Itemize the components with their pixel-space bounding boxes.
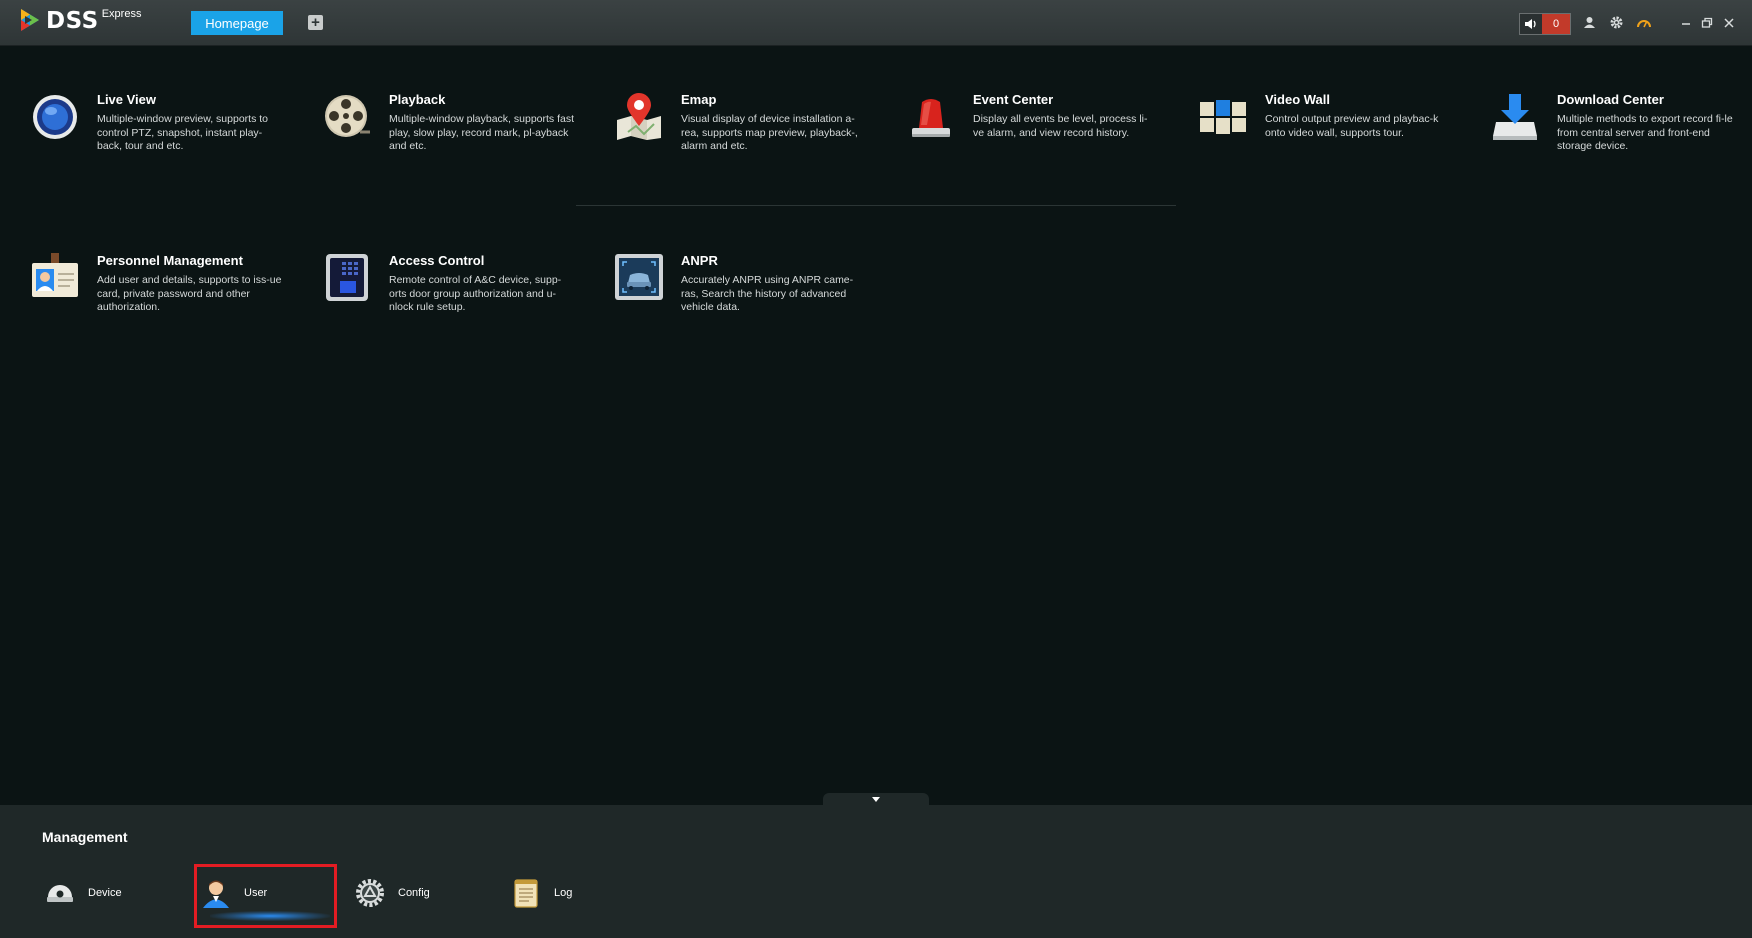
config-gear-icon bbox=[356, 879, 384, 907]
top-bar: DSS Express Homepage + 0 bbox=[0, 0, 1752, 46]
module-description: Add user and details, supports to iss-ue… bbox=[97, 274, 282, 313]
anpr-camera-icon bbox=[615, 254, 663, 300]
module-event-center[interactable]: Event Center Display all events be level… bbox=[906, 92, 1166, 212]
dss-logo-icon bbox=[21, 9, 39, 31]
management-item-label: Device bbox=[88, 887, 122, 899]
app-logo: DSS Express bbox=[18, 7, 141, 37]
performance-gauge-icon[interactable] bbox=[1635, 14, 1652, 31]
management-item-label: Config bbox=[398, 887, 430, 899]
live-view-icon bbox=[33, 95, 77, 139]
management-item-label: Log bbox=[554, 887, 573, 899]
section-divider bbox=[576, 205, 1176, 206]
module-anpr[interactable]: ANPR Accurately ANPR using ANPR came-ras… bbox=[614, 253, 874, 373]
speaker-icon bbox=[1520, 14, 1542, 34]
alarm-siren-icon bbox=[912, 99, 950, 137]
chevron-down-icon bbox=[872, 797, 880, 802]
add-tab-button[interactable]: + bbox=[308, 15, 323, 30]
module-description: Display all events be level, process li-… bbox=[973, 113, 1148, 139]
module-description: Visual display of device installation a-… bbox=[681, 113, 858, 152]
module-title: Access Control bbox=[389, 253, 485, 268]
minimize-icon[interactable] bbox=[1677, 14, 1694, 31]
module-description: Control output preview and playbac-k ont… bbox=[1265, 113, 1439, 139]
module-title: Live View bbox=[97, 92, 157, 107]
collapse-panel-handle[interactable] bbox=[823, 793, 929, 806]
module-download-center[interactable]: Download Center Multiple methods to expo… bbox=[1490, 92, 1750, 212]
module-description: Remote control of A&C device, supp-orts … bbox=[389, 274, 562, 313]
module-access-control[interactable]: Access Control Remote control of A&C dev… bbox=[322, 253, 582, 373]
alarm-button[interactable]: 0 bbox=[1519, 13, 1571, 35]
management-item-log[interactable]: Log bbox=[510, 876, 572, 910]
module-emap[interactable]: Emap Visual display of device installati… bbox=[614, 92, 874, 212]
module-title: Video Wall bbox=[1265, 92, 1331, 107]
tab-homepage[interactable]: Homepage bbox=[191, 11, 283, 35]
film-reel-icon bbox=[325, 95, 370, 137]
management-item-config[interactable]: Config bbox=[354, 876, 430, 910]
module-video-wall[interactable]: Video Wall Control output preview and pl… bbox=[1198, 92, 1458, 212]
module-description: Multiple methods to export record fi-le … bbox=[1557, 113, 1733, 152]
module-personnel-management[interactable]: Personnel Management Add user and detail… bbox=[30, 253, 290, 373]
module-title: Event Center bbox=[973, 92, 1054, 107]
device-camera-icon bbox=[47, 885, 73, 902]
alarm-count: 0 bbox=[1542, 14, 1570, 34]
map-pin-icon bbox=[617, 93, 661, 140]
close-icon[interactable] bbox=[1720, 14, 1737, 31]
video-wall-icon bbox=[1200, 100, 1246, 134]
management-item-device[interactable]: Device bbox=[44, 876, 122, 910]
log-notepad-icon bbox=[514, 879, 538, 908]
module-title: ANPR bbox=[681, 253, 718, 268]
module-title: Download Center bbox=[1557, 92, 1664, 107]
logo-subtext: Express bbox=[101, 8, 142, 20]
access-terminal-icon bbox=[326, 254, 368, 301]
module-live-view[interactable]: Live View Multiple-window preview, suppo… bbox=[30, 92, 290, 212]
module-description: Multiple-window playback, supports fast … bbox=[389, 113, 575, 152]
module-description: Multiple-window preview, supports to con… bbox=[97, 113, 268, 152]
user-account-icon[interactable] bbox=[1581, 14, 1598, 31]
restore-window-icon[interactable] bbox=[1698, 14, 1715, 31]
module-description: Accurately ANPR using ANPR came-ras, Sea… bbox=[681, 274, 854, 313]
management-title: Management bbox=[42, 829, 128, 845]
user-highlight-box bbox=[194, 864, 337, 928]
module-title: Playback bbox=[389, 92, 446, 107]
settings-gear-icon[interactable] bbox=[1608, 14, 1625, 31]
module-playback[interactable]: Playback Multiple-window playback, suppo… bbox=[322, 92, 582, 212]
download-icon bbox=[1493, 94, 1537, 140]
module-title: Emap bbox=[681, 92, 717, 107]
logo-text: DSS bbox=[46, 8, 99, 34]
id-badge-icon bbox=[32, 253, 78, 297]
module-title: Personnel Management bbox=[97, 253, 243, 268]
